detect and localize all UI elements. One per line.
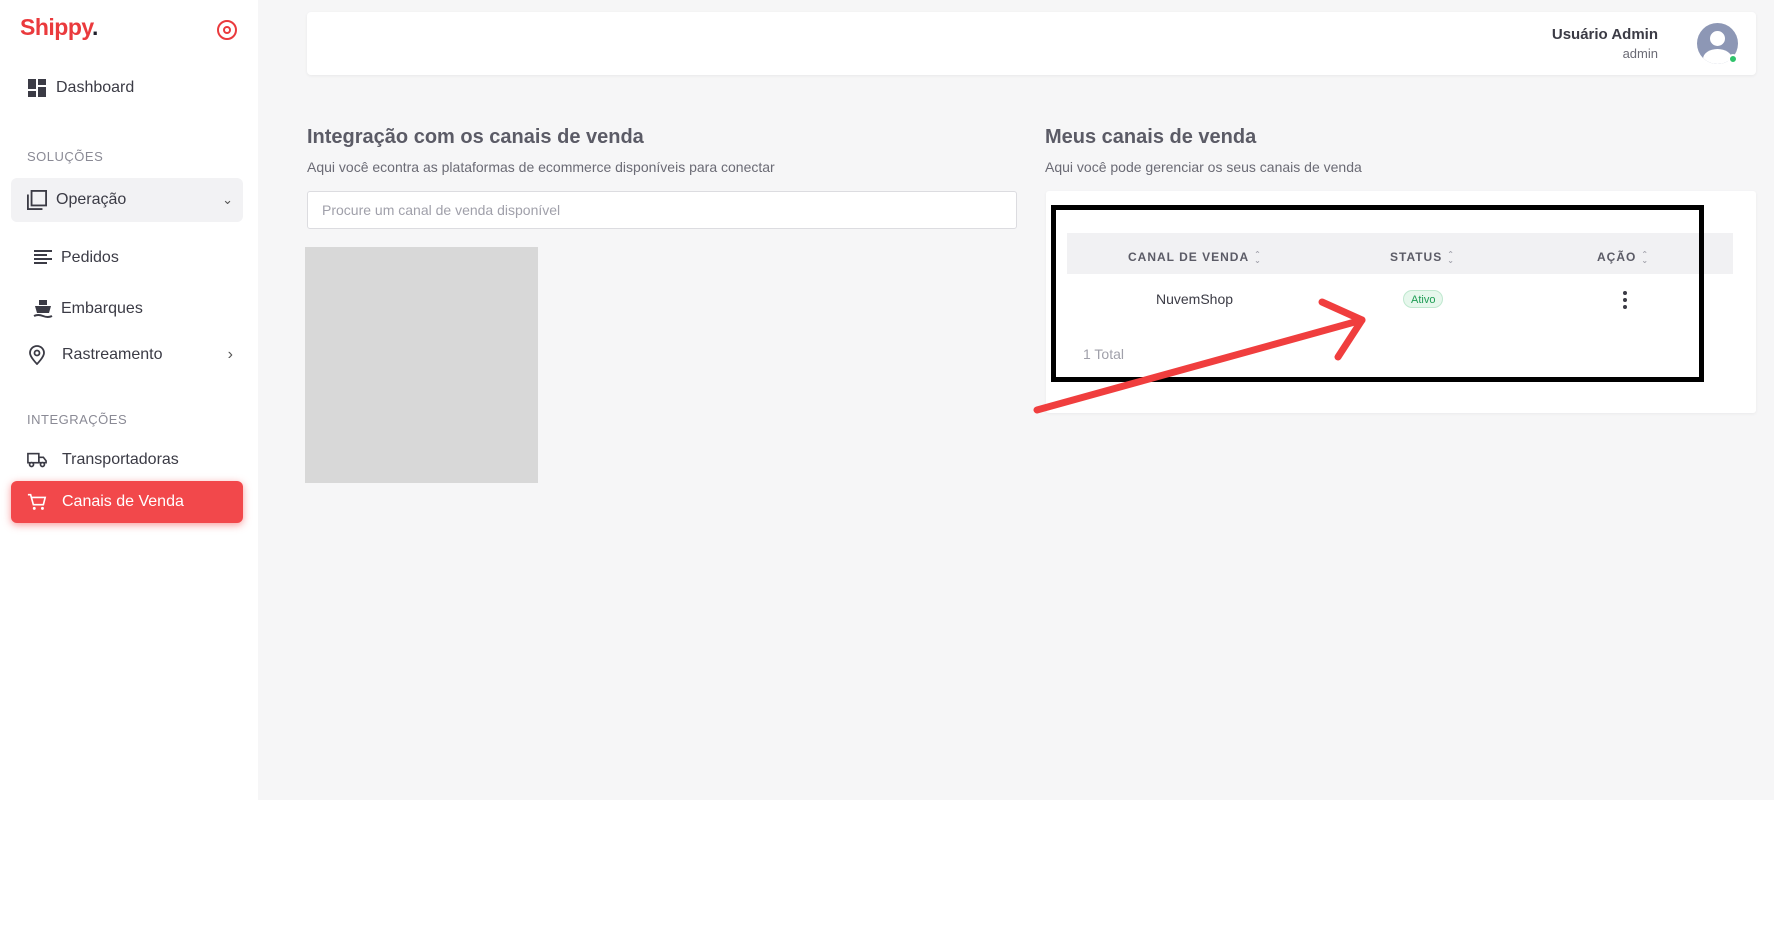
chevron-right-icon: › [227, 346, 233, 363]
sidebar-item-label: Rastreamento [62, 346, 163, 363]
sidebar-item-label: Embarques [61, 300, 143, 317]
sidebar-item-label: Operação [56, 191, 127, 208]
sidebar-item-operacao[interactable]: Operação ⌄ [11, 178, 243, 222]
sidebar-item-canais-de-venda[interactable]: Canais de Venda [11, 481, 243, 523]
logo[interactable]: Shippy. [20, 14, 98, 41]
truck-icon [27, 450, 47, 470]
top-bar: Usuário Admin admin [307, 12, 1756, 75]
sidebar-item-dashboard[interactable]: Dashboard [11, 66, 243, 110]
sidebar-item-label: Pedidos [61, 249, 119, 266]
sidebar-item-label: Canais de Venda [62, 493, 184, 510]
my-channels-subtitle: Aqui você pode gerenciar os seus canais … [1045, 159, 1362, 175]
integration-title: Integração com os canais de venda [307, 126, 644, 148]
user-name[interactable]: Usuário Admin [1552, 26, 1658, 43]
section-label-integracoes: INTEGRAÇÕES [27, 412, 128, 427]
channel-platform-card[interactable] [305, 247, 538, 483]
online-status-dot [1728, 54, 1738, 64]
sidebar-item-label: Transportadoras [62, 451, 179, 468]
target-icon[interactable] [217, 20, 237, 40]
my-channels-title: Meus canais de venda [1045, 126, 1257, 148]
integration-subtitle: Aqui você econtra as plataformas de ecom… [307, 159, 775, 175]
sidebar-item-rastreamento[interactable]: Rastreamento › [11, 333, 243, 377]
user-role: admin [1622, 46, 1658, 61]
sidebar-item-pedidos[interactable]: Pedidos [11, 236, 243, 280]
section-label-solucoes: SOLUÇÕES [27, 149, 104, 164]
layers-icon [27, 190, 47, 210]
location-pin-icon [27, 345, 47, 365]
sidebar-item-embarques[interactable]: Embarques [11, 287, 243, 331]
sidebar-item-label: Dashboard [56, 79, 135, 96]
cart-icon [27, 492, 47, 512]
search-input[interactable] [307, 191, 1017, 229]
chevron-down-icon: ⌄ [222, 192, 233, 207]
list-icon [33, 248, 53, 268]
sidebar-item-transportadoras[interactable]: Transportadoras [11, 438, 243, 482]
sidebar: Shippy. Dashboard SOLUÇÕES Operação ⌄ Pe… [0, 0, 258, 800]
ship-icon [33, 299, 53, 319]
highlight-annotation-box [1051, 205, 1704, 382]
dashboard-icon [27, 78, 47, 98]
